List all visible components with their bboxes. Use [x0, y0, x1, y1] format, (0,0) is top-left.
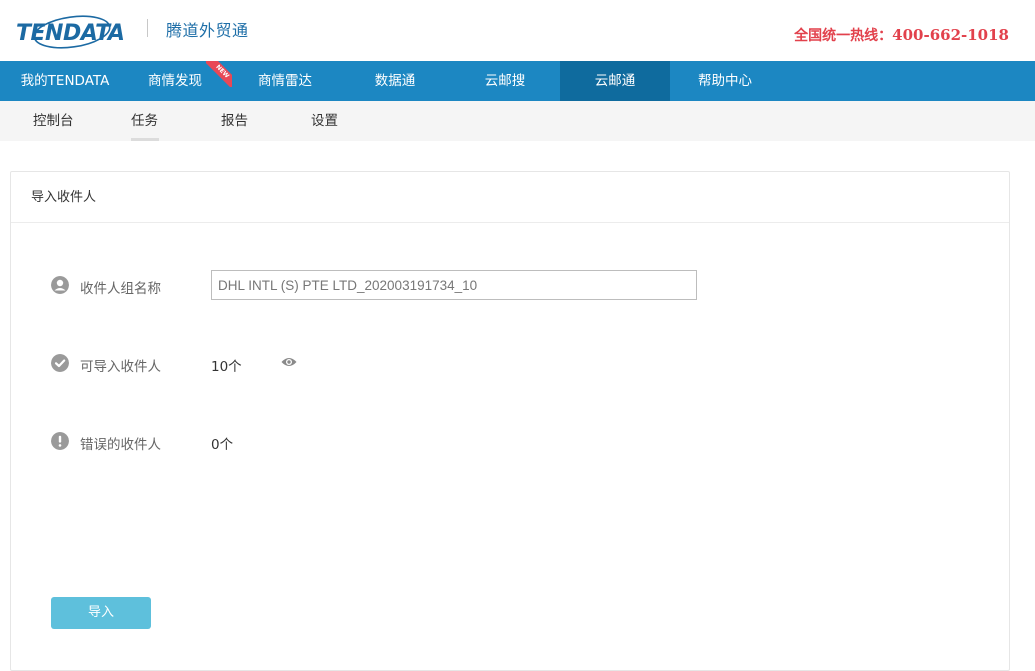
hotline-number: 400-662-1018: [892, 26, 1009, 44]
sub-nav: 控制台 任务 报告 设置: [0, 101, 1035, 141]
hotline-label: 全国统一热线：: [794, 28, 893, 44]
check-circle-icon: [51, 354, 69, 372]
nav-help-center[interactable]: 帮助中心: [680, 61, 770, 101]
user-circle-icon: [51, 276, 69, 294]
importable-label: 可导入收件人: [80, 359, 161, 375]
nav-cloud-mail-search[interactable]: 云邮搜: [460, 61, 550, 101]
subnav-settings[interactable]: 设置: [311, 101, 338, 141]
brand-name: 腾道外贸通: [166, 21, 249, 40]
errors-label: 错误的收件人: [80, 437, 161, 453]
importable-count: 10个: [211, 359, 242, 375]
logo-separator: [147, 19, 148, 37]
panel-title: 导入收件人: [11, 172, 1009, 223]
exclamation-circle-icon: [51, 432, 69, 450]
header: TENDATA 腾道外贸通 全国统一热线：400-662-1018: [0, 0, 1035, 61]
subnav-active-indicator: [131, 138, 159, 141]
hotline: 全国统一热线：400-662-1018: [794, 25, 1009, 45]
eye-icon[interactable]: [281, 356, 297, 368]
main-nav: 我的TENDATA 商情发现 商情雷达 数据通 云邮搜 云邮通 帮助中心: [0, 61, 1035, 101]
group-name-label: 收件人组名称: [80, 281, 161, 297]
subnav-tasks[interactable]: 任务: [131, 101, 158, 141]
subnav-console[interactable]: 控制台: [33, 101, 74, 141]
tendata-logo[interactable]: TENDATA: [14, 14, 130, 50]
nav-cloud-mail-tong[interactable]: 云邮通: [560, 61, 670, 101]
import-panel: 导入收件人 收件人组名称 可导入收件人 10个 错误的收件人 0个 导入: [10, 171, 1010, 671]
new-badge: NEW: [206, 61, 232, 87]
subnav-reports[interactable]: 报告: [221, 101, 248, 141]
nav-data-tong[interactable]: 数据通: [350, 61, 440, 101]
group-name-input[interactable]: [211, 270, 697, 300]
import-button[interactable]: 导入: [51, 597, 151, 629]
nav-my-tendata[interactable]: 我的TENDATA: [0, 61, 130, 101]
logo-text: TENDATA: [16, 21, 124, 46]
nav-market-radar[interactable]: 商情雷达: [240, 61, 330, 101]
errors-count: 0个: [211, 437, 234, 453]
